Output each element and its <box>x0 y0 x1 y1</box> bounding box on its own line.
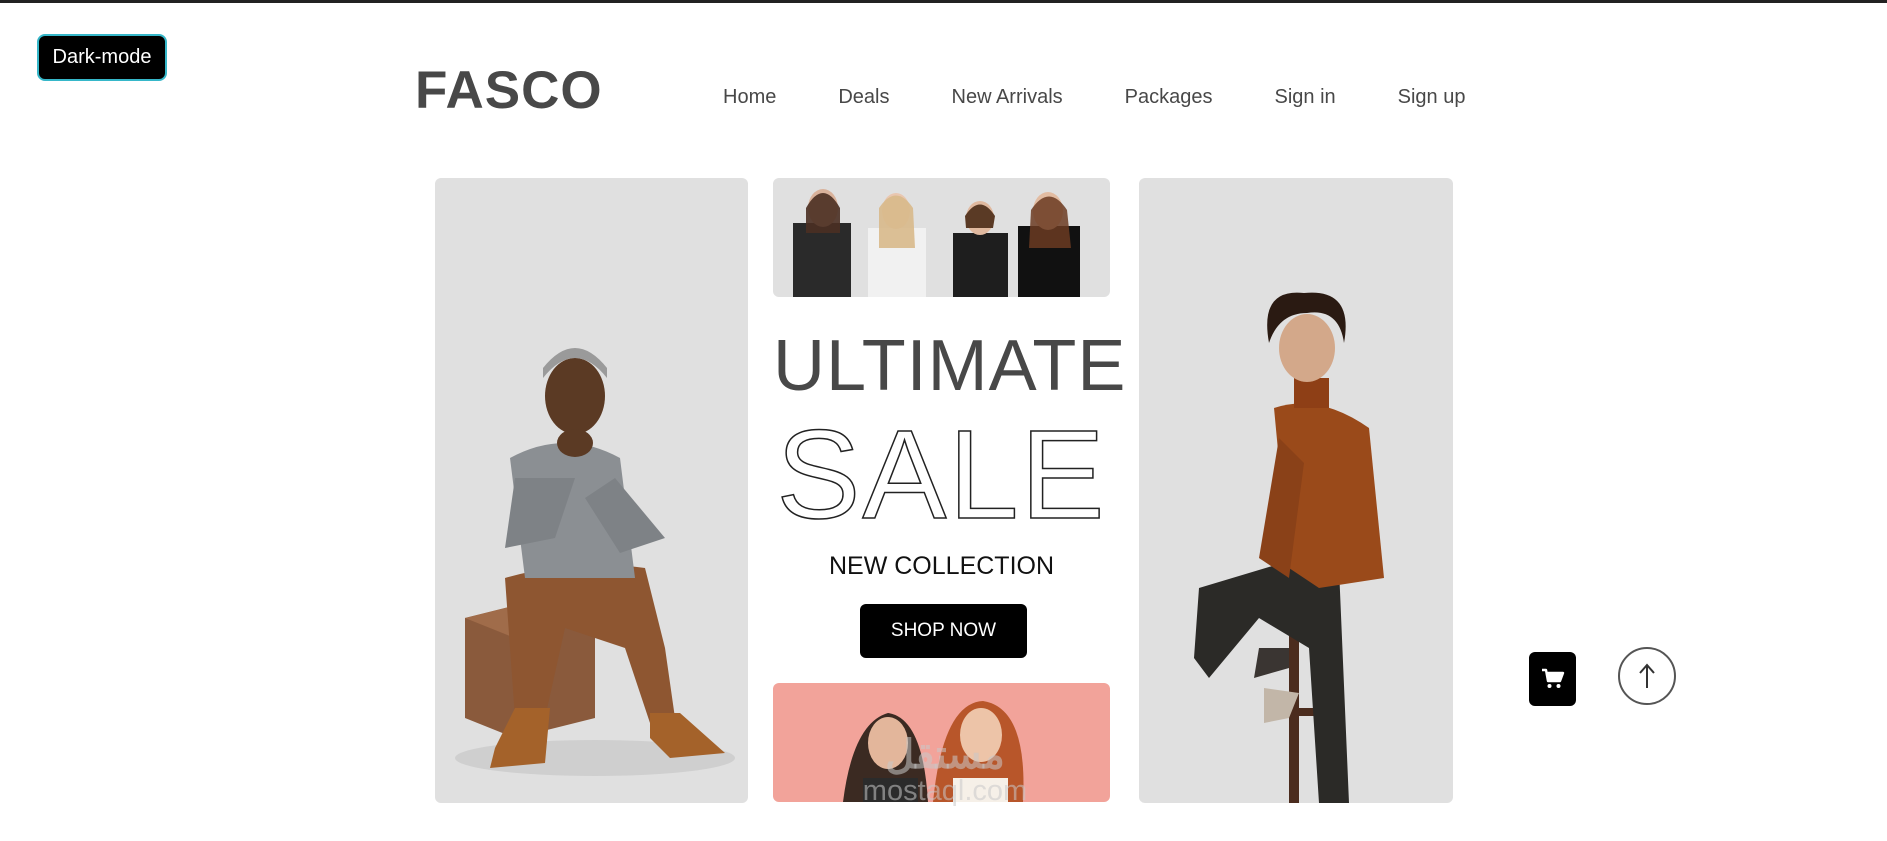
nav-new-arrivals[interactable]: New Arrivals <box>952 86 1063 109</box>
hero-image-left <box>435 178 748 803</box>
hero-subheadline: NEW COLLECTION <box>828 552 1055 580</box>
scroll-to-top-button[interactable] <box>1618 647 1676 705</box>
main-nav: Home Deals New Arrivals Packages Sign in… <box>723 86 1465 109</box>
brand-logo[interactable]: FASCO <box>415 60 603 121</box>
nav-sign-in[interactable]: Sign in <box>1274 86 1335 109</box>
cart-button[interactable] <box>1529 652 1576 706</box>
standing-man-illustration <box>1194 292 1384 803</box>
nav-deals[interactable]: Deals <box>838 86 889 109</box>
nav-sign-up[interactable]: Sign up <box>1398 86 1466 109</box>
hero-image-group <box>773 178 1110 297</box>
arrow-up-icon <box>1639 663 1655 688</box>
group-of-women-illustration <box>793 189 1080 297</box>
watermark: مستقل mostaql.com <box>830 735 1060 806</box>
seated-man-illustration <box>455 348 735 776</box>
hero-sale-outline: SALE <box>776 404 1107 545</box>
nav-packages[interactable]: Packages <box>1125 86 1213 109</box>
watermark-arabic: مستقل <box>885 733 1005 777</box>
nav-home[interactable]: Home <box>723 86 776 109</box>
watermark-latin: mostaql.com <box>862 775 1028 807</box>
hero-headline: ULTIMATE <box>773 326 1127 406</box>
shop-now-button[interactable]: SHOP NOW <box>860 604 1027 658</box>
cart-icon <box>1541 668 1564 688</box>
hero-image-right <box>1139 178 1453 803</box>
top-border <box>0 0 1887 3</box>
dark-mode-toggle[interactable]: Dark-mode <box>37 34 167 81</box>
